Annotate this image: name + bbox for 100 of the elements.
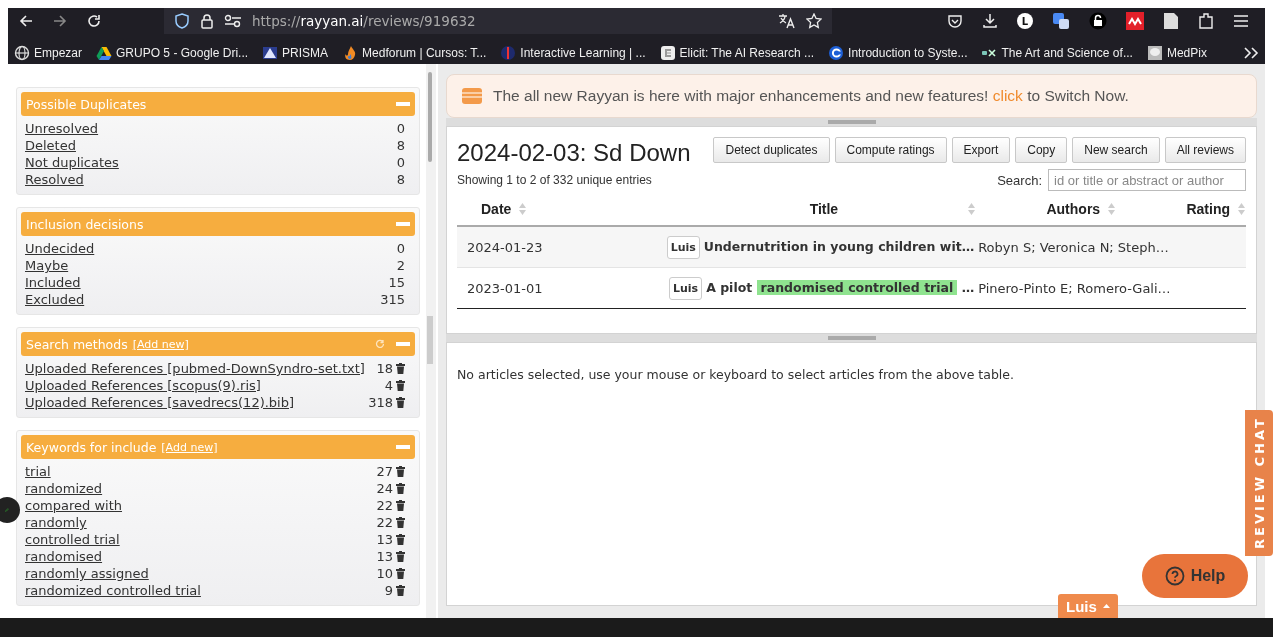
bookmark-link[interactable]: MedPix xyxy=(1166,46,1207,60)
profile-avatar[interactable]: L xyxy=(1017,13,1033,29)
forward-icon[interactable] xyxy=(52,13,68,29)
translate-extension-icon[interactable] xyxy=(1052,12,1070,30)
trash-icon[interactable] xyxy=(396,585,405,596)
filter-link[interactable]: Deleted xyxy=(25,137,76,154)
item-count: 0 xyxy=(396,240,405,257)
bookmark-link[interactable]: The Art and Science of... xyxy=(1001,46,1133,60)
bookmark-link[interactable]: Empezar xyxy=(34,46,83,60)
lock-extension-icon[interactable] xyxy=(1089,12,1107,30)
date-cell: 2024-01-23 xyxy=(467,239,543,255)
trash-icon[interactable] xyxy=(396,534,405,545)
item-count: 4 xyxy=(384,377,393,394)
bookmark-link[interactable]: Interactive Learning | ... xyxy=(520,46,646,60)
filter-link[interactable]: Maybe xyxy=(25,257,69,274)
filter-link[interactable]: randomly xyxy=(25,514,87,531)
trash-icon[interactable] xyxy=(396,517,405,528)
shield-icon[interactable] xyxy=(174,13,190,29)
tile-icon xyxy=(659,45,676,61)
pocket-icon[interactable] xyxy=(947,13,963,29)
filter-link[interactable]: controlled trial xyxy=(25,531,120,548)
filter-link[interactable]: randomly assigned xyxy=(25,565,149,582)
filter-link[interactable]: Uploaded References [pubmed-DownSyndro-set.txt] xyxy=(25,360,365,377)
circle-icon xyxy=(828,45,845,61)
search-field[interactable]: id or title or abstract or author xyxy=(1048,169,1246,191)
item-count: 22 xyxy=(376,497,393,514)
bookmark-link[interactable]: PRISMA xyxy=(282,46,329,60)
menu-icon[interactable] xyxy=(1233,14,1249,28)
entries-info: Showing 1 to 2 of 332 unique entries xyxy=(457,173,652,187)
item-count: 13 xyxy=(376,531,393,548)
filter-link[interactable]: Excluded xyxy=(25,291,85,308)
star-icon[interactable] xyxy=(806,13,822,29)
trash-icon[interactable] xyxy=(396,483,405,494)
filter-link[interactable]: Included xyxy=(25,274,81,291)
search-label: Search: xyxy=(997,172,1042,188)
item-count: 8 xyxy=(396,137,405,154)
help-icon xyxy=(1164,566,1185,586)
column-header[interactable]: Rating xyxy=(1186,201,1230,217)
item-count: 22 xyxy=(376,514,393,531)
filter-link[interactable]: Uploaded References [savedrecs(12).bib] xyxy=(25,394,295,411)
trash-icon[interactable] xyxy=(396,397,405,408)
trash-icon[interactable] xyxy=(396,363,405,374)
toolbar-button[interactable]: Compute ratings xyxy=(834,137,947,163)
trash-icon[interactable] xyxy=(396,551,405,562)
announcement-text: The all new Rayyan is here with major enhancements and new features! click to Switch Now. xyxy=(493,87,1129,105)
panel-title: Possible Duplicates xyxy=(26,96,147,112)
column-header[interactable]: Date xyxy=(481,201,512,217)
overflow-chevron-icon[interactable] xyxy=(1243,46,1259,60)
image-icon xyxy=(1146,45,1163,61)
article-title[interactable]: Undernutrition in young children wit… xyxy=(703,238,975,254)
cards-icon xyxy=(461,87,483,105)
trash-icon[interactable] xyxy=(396,568,405,579)
translate-icon[interactable] xyxy=(778,13,796,29)
document-icon[interactable] xyxy=(1163,12,1179,30)
lock-icon[interactable] xyxy=(200,13,214,29)
filter-link[interactable]: randomized controlled trial xyxy=(25,582,201,599)
item-count: 13 xyxy=(376,548,393,565)
bookmark-link[interactable]: Introduction to Syste... xyxy=(848,46,968,60)
bookmark-link[interactable]: GRUPO 5 - Google Dri... xyxy=(116,46,249,60)
reviewer-tag: Luis xyxy=(666,235,700,259)
prism-icon xyxy=(262,45,279,61)
item-count: 24 xyxy=(376,480,393,497)
item-count: 0 xyxy=(396,120,405,137)
filter-link[interactable]: Undecided xyxy=(25,240,95,257)
column-header[interactable]: Title xyxy=(809,201,839,217)
reviewer-tag: Luis xyxy=(668,276,703,300)
bookmark-link[interactable]: Medforum | Cursos: T... xyxy=(362,46,487,60)
review-title: 2024-02-03: Sd Down xyxy=(457,138,691,167)
trash-icon[interactable] xyxy=(396,380,405,391)
filter-link[interactable]: compared with xyxy=(25,497,122,514)
filter-link[interactable]: Unresolved xyxy=(25,120,99,137)
download-icon[interactable] xyxy=(982,13,998,29)
back-icon[interactable] xyxy=(18,13,34,29)
date-cell: 2023-01-01 xyxy=(467,280,543,296)
item-count: 315 xyxy=(380,291,405,308)
filter-link[interactable]: Resolved xyxy=(25,171,84,188)
extension-icon[interactable] xyxy=(1126,12,1144,30)
filter-link[interactable]: trial xyxy=(25,463,51,480)
reload-icon[interactable] xyxy=(86,13,102,29)
globe-icon xyxy=(14,45,30,61)
toolbar-button[interactable]: Export xyxy=(951,137,1011,163)
item-count: 9 xyxy=(384,582,393,599)
filter-link[interactable]: randomised xyxy=(25,548,103,565)
toolbar-button[interactable]: Copy xyxy=(1015,137,1068,163)
bookmark-link[interactable]: Elicit: The AI Research ... xyxy=(679,46,815,60)
toolbar-button[interactable]: New search xyxy=(1072,137,1160,163)
filter-link[interactable]: Not duplicates xyxy=(25,154,119,171)
toolbar-button[interactable]: Detect duplicates xyxy=(713,137,830,163)
item-count: 18 xyxy=(376,360,393,377)
permissions-icon[interactable] xyxy=(224,14,242,28)
column-header[interactable]: Authors xyxy=(1046,201,1101,217)
filter-link[interactable]: Uploaded References [scopus(9).ris] xyxy=(25,377,261,394)
edit-button[interactable] xyxy=(0,497,20,523)
filter-link[interactable]: randomized xyxy=(25,480,103,497)
trash-icon[interactable] xyxy=(396,466,405,477)
help-button[interactable]: Help xyxy=(1142,554,1248,598)
item-count: 0 xyxy=(396,154,405,171)
trash-icon[interactable] xyxy=(396,500,405,511)
toolbar-button[interactable]: All reviews xyxy=(1164,137,1246,163)
item-count: 8 xyxy=(396,171,405,188)
